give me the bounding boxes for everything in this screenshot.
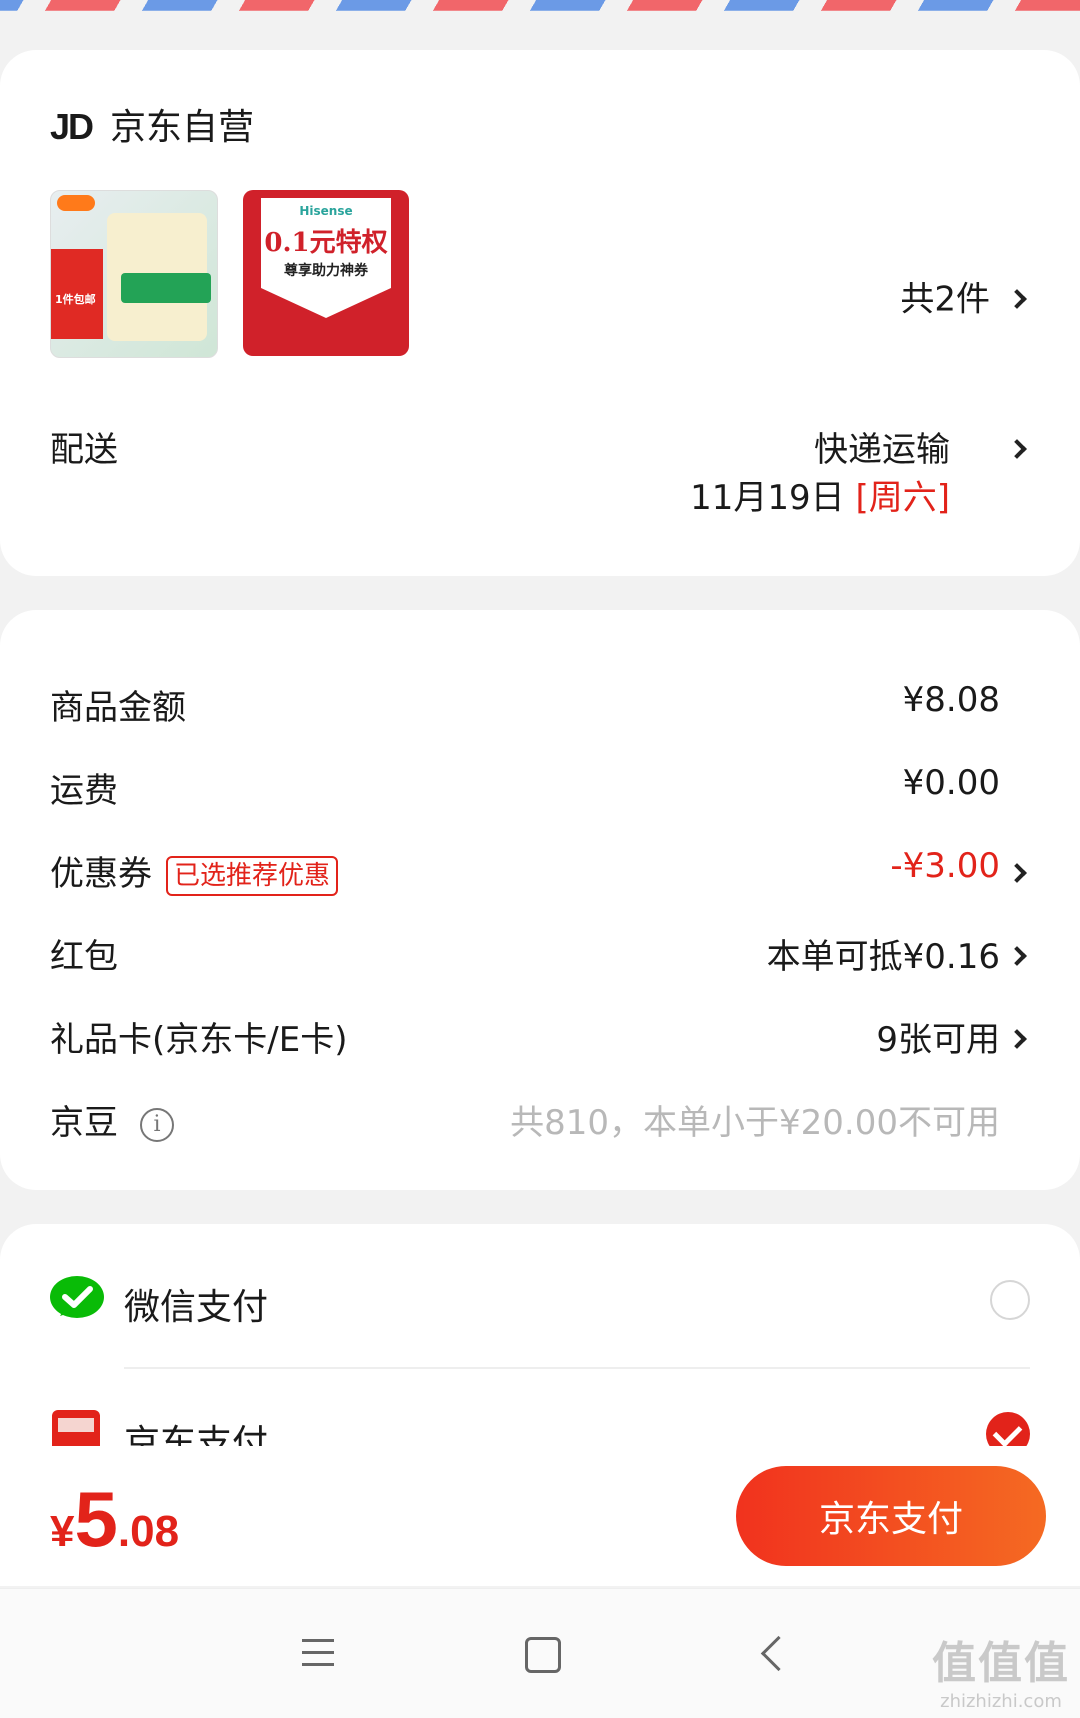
chevron-right-icon[interactable] — [1007, 863, 1027, 883]
coupon-row[interactable]: 优惠券 已选推荐优惠 — [50, 846, 339, 896]
info-icon[interactable]: i — [140, 1107, 174, 1142]
redpacket-label: 红包 — [50, 937, 118, 977]
package-label — [121, 273, 211, 303]
item-count[interactable]: 共2件 — [900, 272, 990, 321]
system-nav-bar: 值值值 zhizhizhi.com — [0, 1588, 1080, 1718]
wechat-pay-icon — [50, 1276, 104, 1318]
chevron-right-icon[interactable] — [1007, 946, 1027, 966]
total-decimal: .08 — [117, 1507, 180, 1556]
price-summary-card: 商品金额 ¥8.08 运费 ¥0.00 优惠券 已选推荐优惠 -¥3.00 红包 … — [0, 610, 1080, 1190]
back-icon[interactable] — [760, 1635, 797, 1672]
product-thumbnail-paper-towel[interactable]: 1件包邮 — [50, 190, 218, 358]
delivery-weekday: [周六] — [855, 478, 950, 518]
delivery-method[interactable]: 快递运输 — [814, 422, 950, 471]
chevron-right-icon[interactable] — [1007, 1029, 1027, 1049]
shop-title: JD 京东自营 — [50, 98, 254, 150]
airmail-stripe — [0, 0, 1080, 11]
redpacket-value[interactable]: 本单可抵¥0.16 — [767, 929, 1000, 978]
wechat-pay-radio[interactable] — [990, 1280, 1030, 1320]
checkout-bar: ¥5.08 京东支付 — [0, 1446, 1080, 1586]
watermark-logo: 值值值 — [932, 1638, 1070, 1689]
chevron-right-icon[interactable] — [1007, 289, 1027, 309]
delivery-label: 配送 — [50, 430, 118, 470]
menu-icon[interactable] — [302, 1639, 334, 1667]
giftcard-value[interactable]: 9张可用 — [876, 1012, 1000, 1061]
coupon-subtitle: 尊享助力神券 — [284, 263, 368, 279]
delivery-date-text: 11月19日 — [690, 478, 845, 518]
giftcard-label: 礼品卡(京东卡/E卡) — [50, 1020, 348, 1060]
coupon-brand: Hisense — [299, 204, 353, 218]
wechat-pay-label[interactable]: 微信支付 — [124, 1278, 268, 1330]
payment-divider — [124, 1367, 1030, 1369]
shipping-label: 运费 — [50, 771, 118, 811]
shipping-value: ¥0.00 — [902, 763, 1000, 803]
delivery-date: 11月19日 [周六] — [690, 470, 950, 519]
currency-symbol: ¥ — [50, 1507, 75, 1556]
goods-amount-value: ¥8.08 — [902, 680, 1000, 720]
thumb-badge: 1件包邮 — [55, 293, 96, 306]
watermark-url: zhizhizhi.com — [940, 1691, 1062, 1712]
home-icon[interactable] — [525, 1637, 561, 1673]
total-price: ¥5.08 — [50, 1474, 179, 1565]
shop-card: JD 京东自营 1件包邮 Hisense 0.1元特权 尊享助力神券 共2件 配送… — [0, 50, 1080, 576]
goods-amount-label: 商品金额 — [50, 688, 186, 728]
jingdou-row: 京豆 i — [50, 1095, 174, 1144]
jd-pay-submit-button[interactable]: 京东支付 — [736, 1466, 1046, 1566]
coupon-badge: 已选推荐优惠 — [166, 855, 339, 896]
coupon-label: 优惠券 — [50, 854, 152, 894]
coupon-value[interactable]: -¥3.00 — [890, 846, 1000, 886]
total-integer: 5 — [74, 1475, 118, 1563]
jd-logo: JD — [50, 106, 94, 147]
coupon-headline: 0.1元特权 — [264, 228, 388, 258]
jingdou-label: 京豆 — [50, 1103, 118, 1143]
brand-logo — [57, 195, 95, 211]
jingdou-value: 共810，本单小于¥20.00不可用 — [510, 1103, 1000, 1143]
shop-name: 京东自营 — [110, 107, 255, 148]
chevron-right-icon[interactable] — [1007, 439, 1027, 459]
product-thumbnail-coupon[interactable]: Hisense 0.1元特权 尊享助力神券 — [243, 190, 409, 356]
payment-method-card: 微信支付 京东支付 — [0, 1224, 1080, 1484]
watermark: 值值值 zhizhizhi.com — [932, 1627, 1070, 1712]
